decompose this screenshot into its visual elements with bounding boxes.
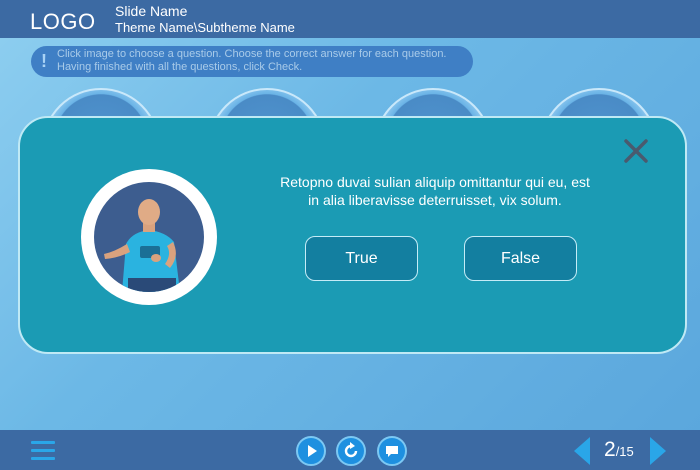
page-indicator: 2/15 xyxy=(604,438,634,462)
header-bar: LOGO Slide Name Theme Name\Subtheme Name xyxy=(0,0,700,38)
logo: LOGO xyxy=(30,9,96,34)
play-button[interactable] xyxy=(296,436,326,466)
question-modal: Retopno duvai sulian aliquip omittantur … xyxy=(18,116,687,354)
replay-button[interactable] xyxy=(336,436,366,466)
close-icon[interactable] xyxy=(623,138,649,164)
replay-icon xyxy=(344,442,358,458)
false-button[interactable]: False xyxy=(464,236,577,281)
presenter-image-frame xyxy=(81,169,217,305)
presenter-photo xyxy=(94,182,204,292)
true-button[interactable]: True xyxy=(305,236,418,281)
theme-breadcrumb: Theme Name\Subtheme Name xyxy=(115,20,295,35)
menu-icon[interactable] xyxy=(31,441,55,461)
total-pages: /15 xyxy=(615,444,634,459)
previous-arrow-icon[interactable] xyxy=(572,436,592,466)
current-page: 2 xyxy=(604,438,616,461)
next-arrow-icon[interactable] xyxy=(648,436,668,466)
comment-button[interactable] xyxy=(377,436,407,466)
slide-name: Slide Name xyxy=(115,3,188,19)
play-icon xyxy=(308,445,317,457)
footer-bar: 2/15 xyxy=(0,430,700,470)
comment-icon xyxy=(386,446,398,457)
instruction-text: Click image to choose a question. Choose… xyxy=(57,48,447,73)
exclamation-icon: ! xyxy=(41,51,47,71)
question-text: Retopno duvai sulian aliquip omittantur … xyxy=(280,174,590,208)
instruction-bar: ! Click image to choose a question. Choo… xyxy=(31,46,473,77)
